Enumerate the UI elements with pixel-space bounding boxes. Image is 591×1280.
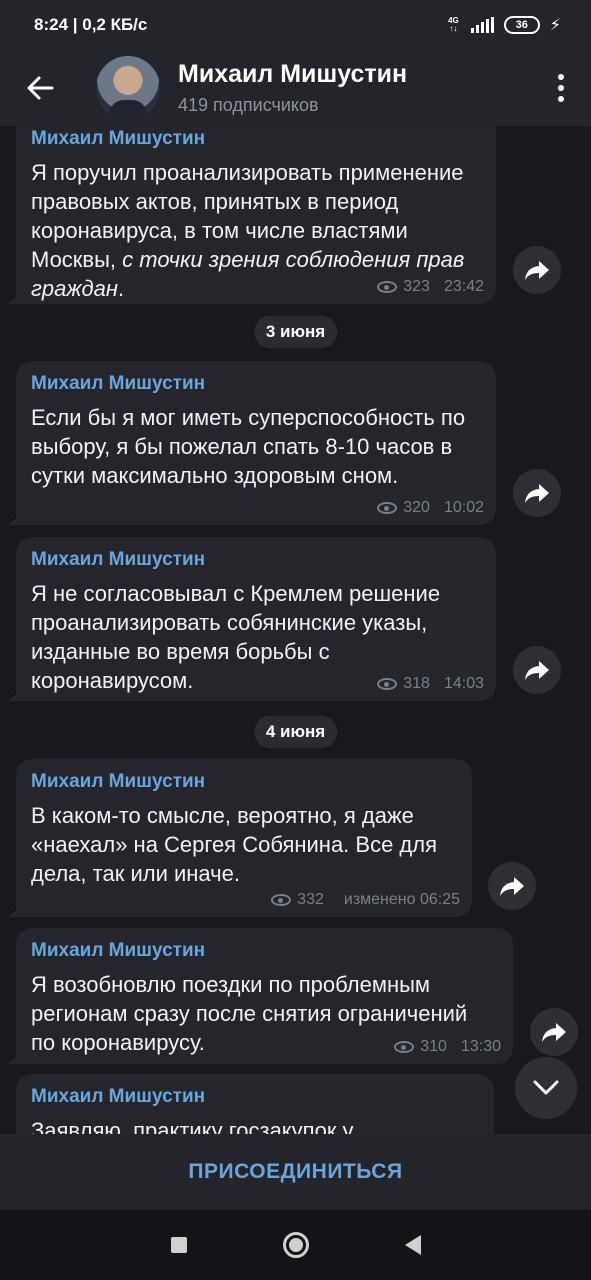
views-icon xyxy=(377,678,398,690)
message-author: Михаил Мишустин xyxy=(31,373,206,394)
view-count: 323 xyxy=(403,278,430,295)
subscriber-count: 419 подписчиков xyxy=(178,95,319,115)
home-icon[interactable] xyxy=(282,1232,309,1258)
message-text: Если бы я мог иметь суперспособность по … xyxy=(31,405,466,488)
status-speed: 0,2 КБ/с xyxy=(82,15,148,34)
message-bubble[interactable]: Михаил Мишустин Я возобновлю поездки по … xyxy=(16,928,513,1064)
share-icon xyxy=(525,484,549,503)
message-time: 23:42 xyxy=(443,278,484,295)
views-icon xyxy=(377,502,398,514)
views-icon xyxy=(394,1041,415,1053)
message-bubble[interactable]: Михаил Мишустин Заявляю, практику госзак… xyxy=(16,1074,494,1134)
system-nav-bar xyxy=(0,1210,591,1280)
signal-icon xyxy=(470,17,494,33)
message-list[interactable]: Михаил Мишустин Я поручил проанализирова… xyxy=(0,126,591,1134)
message-author: Михаил Мишустин xyxy=(31,771,206,792)
share-button[interactable] xyxy=(488,862,536,910)
dot-icon xyxy=(558,85,564,91)
views-icon xyxy=(271,894,292,906)
back-arrow-icon xyxy=(27,76,54,100)
message-time: 14:03 xyxy=(443,675,484,692)
message-bubble[interactable]: Михаил Мишустин В каком-то смысле, вероя… xyxy=(16,759,472,917)
message-author: Михаил Мишустин xyxy=(31,1086,206,1107)
network-type-icon: 4G ↑↓ xyxy=(448,16,459,33)
message-bubble[interactable]: Михаил Мишустин Я поручил проанализирова… xyxy=(16,126,496,304)
dot-icon xyxy=(558,96,564,102)
scroll-down-button[interactable] xyxy=(515,1057,577,1119)
message-bubble[interactable]: Михаил Мишустин Я не согласовывал с Крем… xyxy=(16,537,496,701)
battery-icon: 36 xyxy=(503,16,540,34)
message-meta: 310 13:30 xyxy=(394,1038,501,1056)
recents-icon[interactable] xyxy=(170,1237,187,1253)
share-button[interactable] xyxy=(513,469,561,517)
message-meta: 323 23:42 xyxy=(377,278,484,296)
status-time: 8:24 xyxy=(34,15,69,34)
more-menu-button[interactable] xyxy=(531,50,591,126)
channel-avatar[interactable] xyxy=(96,56,160,120)
charging-icon: ⚡ xyxy=(549,17,561,34)
share-button[interactable] xyxy=(513,246,561,294)
share-icon xyxy=(542,1023,566,1042)
message-author: Михаил Мишустин xyxy=(31,940,206,961)
message-author: Михаил Мишустин xyxy=(31,128,206,149)
message-meta: 318 14:03 xyxy=(377,675,484,693)
message-time: изменено 06:25 xyxy=(343,891,460,908)
message-text: Заявляю, практику госзакупок у xyxy=(31,1118,354,1134)
message-time: 10:02 xyxy=(443,499,484,516)
share-button[interactable] xyxy=(530,1008,578,1056)
status-bar: 8:24 | 0,2 КБ/с 4G ↑↓ 36 ⚡ xyxy=(0,0,591,50)
view-count: 332 xyxy=(297,891,324,908)
date-separator: 4 июня xyxy=(253,716,338,748)
share-icon xyxy=(525,261,549,280)
channel-info[interactable]: Михаил Мишустин 419 подписчиков xyxy=(178,60,407,116)
channel-title: Михаил Мишустин xyxy=(178,60,408,88)
message-author: Михаил Мишустин xyxy=(31,549,206,570)
message-time: 13:30 xyxy=(460,1038,501,1055)
chat-header: Михаил Мишустин 419 подписчиков xyxy=(0,50,591,126)
dot-icon xyxy=(558,74,564,80)
view-count: 320 xyxy=(403,499,430,516)
date-separator: 3 июня xyxy=(253,316,338,348)
view-count: 318 xyxy=(403,675,430,692)
join-button[interactable]: ПРИСОЕДИНИТЬСЯ xyxy=(0,1134,591,1210)
views-icon xyxy=(377,281,398,293)
back-nav-icon[interactable] xyxy=(404,1235,421,1255)
back-button[interactable] xyxy=(0,50,80,126)
chevron-down-icon xyxy=(533,1080,559,1095)
message-text: В каком-то смысле, вероятно, я даже «нае… xyxy=(31,803,438,886)
message-bubble[interactable]: Михаил Мишустин Если бы я мог иметь супе… xyxy=(16,361,496,525)
view-count: 310 xyxy=(420,1038,447,1055)
message-meta: 320 10:02 xyxy=(377,499,484,517)
message-meta: 332 изменено 06:25 xyxy=(271,891,460,909)
share-icon xyxy=(525,661,549,680)
share-button[interactable] xyxy=(513,646,561,694)
share-icon xyxy=(500,877,524,896)
